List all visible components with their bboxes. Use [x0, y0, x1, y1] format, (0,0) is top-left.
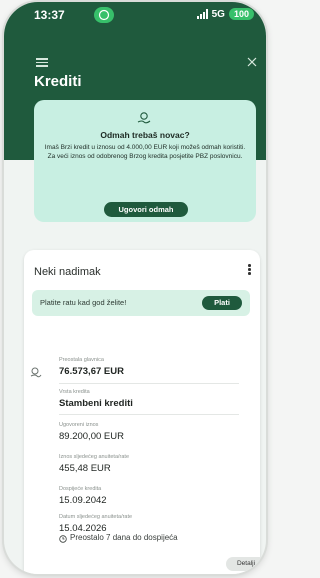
field-label: Ugovoreni iznos [59, 422, 99, 428]
field-label: Preostala glavnica [59, 357, 104, 363]
field-label: Vrsta kredita [59, 389, 90, 395]
divider [59, 414, 239, 415]
pay-prompt: Platite ratu kad god želite! [40, 298, 127, 307]
field-value: 455,48 EUR [59, 463, 111, 474]
signal-icon [196, 9, 208, 19]
field-label: Dospijeće kredita [59, 486, 102, 492]
whatsapp-icon [94, 7, 114, 23]
field-value: Stambeni krediti [59, 398, 133, 409]
battery-icon: 100 [228, 8, 254, 20]
status-time: 13:37 [34, 8, 65, 22]
phone-screen: 13:37 5G 100 Krediti Odmah trebaš novac?… [4, 2, 266, 574]
status-bar: 13:37 5G 100 [4, 2, 266, 30]
clock-icon [59, 535, 67, 543]
field-value: 76.573,67 EUR [59, 366, 124, 377]
field-value: 15.09.2042 [59, 495, 107, 506]
pay-banner: Platite ratu kad god želite! Plati [32, 290, 250, 316]
page-title: Krediti [34, 73, 82, 90]
hand-coin-icon [137, 112, 151, 124]
more-options-icon[interactable] [248, 264, 252, 276]
close-icon[interactable] [246, 56, 258, 68]
pay-button[interactable]: Plati [202, 296, 242, 310]
field-value: 89.200,00 EUR [59, 431, 124, 442]
loan-maturity: Dospijeće kredita 15.09.2042 [59, 486, 107, 506]
field-label: Datum sljedećeg anuiteta/rate [59, 514, 133, 520]
details-button[interactable]: Detalji [226, 557, 266, 571]
loan-nickname: Neki nadimak [34, 266, 101, 278]
remaining-principal: Preostala glavnica 76.573,67 EUR [59, 357, 124, 377]
next-installment-amount: Iznos sljedećeg anuiteta/rate 455,48 EUR [59, 454, 129, 474]
status-indicators: 5G 100 [196, 8, 254, 20]
divider [59, 383, 239, 384]
next-installment-date: Datum sljedećeg anuiteta/rate 15.04.2026 [59, 514, 132, 534]
network-label: 5G [211, 8, 225, 20]
promo-text: Imaš Brzi kredit u iznosu od 4.000,00 EU… [44, 144, 246, 160]
menu-icon[interactable] [36, 58, 48, 67]
field-label: Iznos sljedećeg anuiteta/rate [59, 454, 130, 460]
contract-now-button[interactable]: Ugovori odmah [104, 202, 188, 217]
promo-title: Odmah trebaš novac? [100, 130, 190, 140]
coin-stack-icon [30, 367, 42, 378]
contracted-amount: Ugovoreni iznos 89.200,00 EUR [59, 422, 124, 442]
quick-loan-promo: Odmah trebaš novac? Imaš Brzi kredit u i… [34, 100, 256, 222]
due-countdown: Preostalo 7 dana do dospijeća [70, 533, 178, 542]
loan-type: Vrsta kredita Stambeni krediti [59, 389, 133, 409]
